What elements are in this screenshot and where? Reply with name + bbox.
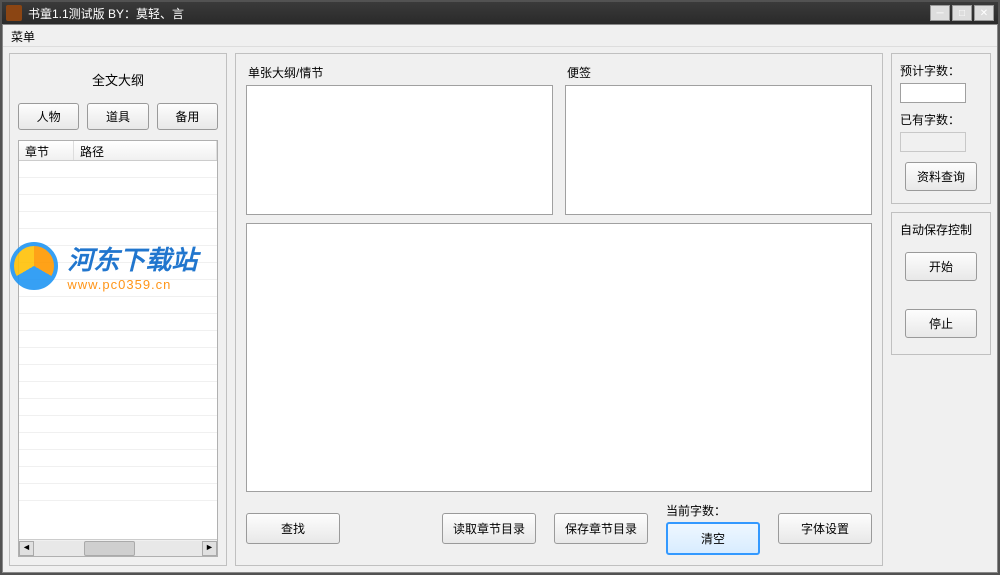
menubar: 菜单 bbox=[3, 25, 997, 47]
current-words-label: 当前字数： bbox=[666, 502, 726, 519]
left-panel: 全文大纲 人物 道具 备用 章节 路径 bbox=[9, 53, 227, 566]
table-row bbox=[19, 195, 217, 212]
save-toc-button[interactable]: 保存章节目录 bbox=[554, 513, 648, 544]
col-path[interactable]: 路径 bbox=[74, 141, 217, 160]
table-row bbox=[19, 416, 217, 433]
table-row bbox=[19, 314, 217, 331]
table-row bbox=[19, 246, 217, 263]
autosave-label: 自动保存控制 bbox=[900, 221, 982, 238]
expected-words-input[interactable] bbox=[900, 83, 966, 103]
table-row bbox=[19, 263, 217, 280]
table-row bbox=[19, 280, 217, 297]
table-row bbox=[19, 433, 217, 450]
titlebar: 书童1.1测试版 BY：莫轻、言 ─ □ ✕ bbox=[2, 2, 998, 24]
expected-words-label: 预计字数： bbox=[900, 62, 982, 79]
clear-button[interactable]: 清空 bbox=[666, 522, 760, 555]
start-button[interactable]: 开始 bbox=[905, 252, 977, 281]
table-row bbox=[19, 161, 217, 178]
minimize-button[interactable]: ─ bbox=[930, 5, 950, 21]
character-button[interactable]: 人物 bbox=[18, 103, 79, 130]
chapter-table[interactable]: 章节 路径 bbox=[18, 140, 218, 557]
item-button[interactable]: 道具 bbox=[87, 103, 148, 130]
table-body[interactable] bbox=[19, 161, 217, 539]
existing-words-display bbox=[900, 132, 966, 152]
horizontal-scrollbar[interactable]: ◄ ► bbox=[19, 539, 217, 556]
query-button[interactable]: 资料查询 bbox=[905, 162, 977, 191]
table-row bbox=[19, 178, 217, 195]
note-label: 便签 bbox=[565, 64, 872, 81]
table-row bbox=[19, 484, 217, 501]
table-row bbox=[19, 365, 217, 382]
table-row bbox=[19, 450, 217, 467]
col-chapter[interactable]: 章节 bbox=[19, 141, 74, 160]
right-panel: 预计字数： 已有字数： 资料查询 自动保存控制 开始 停止 bbox=[891, 53, 991, 566]
menu-item-main[interactable]: 菜单 bbox=[11, 30, 35, 44]
table-row bbox=[19, 212, 217, 229]
note-textarea[interactable] bbox=[565, 85, 872, 215]
font-settings-button[interactable]: 字体设置 bbox=[778, 513, 872, 544]
table-row bbox=[19, 467, 217, 484]
main-textarea[interactable] bbox=[246, 223, 872, 492]
find-button[interactable]: 查找 bbox=[246, 513, 340, 544]
table-row bbox=[19, 382, 217, 399]
spare-button[interactable]: 备用 bbox=[157, 103, 218, 130]
center-panel: 单张大纲/情节 便签 查找 读取章节目录 保存章节目录 当前字数： bbox=[235, 53, 883, 566]
load-toc-button[interactable]: 读取章节目录 bbox=[442, 513, 536, 544]
table-row bbox=[19, 229, 217, 246]
maximize-button[interactable]: □ bbox=[952, 5, 972, 21]
existing-words-label: 已有字数： bbox=[900, 111, 982, 128]
left-panel-title: 全文大纲 bbox=[18, 70, 218, 89]
stop-button[interactable]: 停止 bbox=[905, 309, 977, 338]
table-row bbox=[19, 348, 217, 365]
table-row bbox=[19, 399, 217, 416]
outline-label: 单张大纲/情节 bbox=[246, 64, 553, 81]
titlebar-text: 书童1.1测试版 BY：莫轻、言 bbox=[28, 5, 930, 22]
table-row bbox=[19, 297, 217, 314]
table-row bbox=[19, 331, 217, 348]
close-button[interactable]: ✕ bbox=[974, 5, 994, 21]
app-icon bbox=[6, 5, 22, 21]
outline-textarea[interactable] bbox=[246, 85, 553, 215]
